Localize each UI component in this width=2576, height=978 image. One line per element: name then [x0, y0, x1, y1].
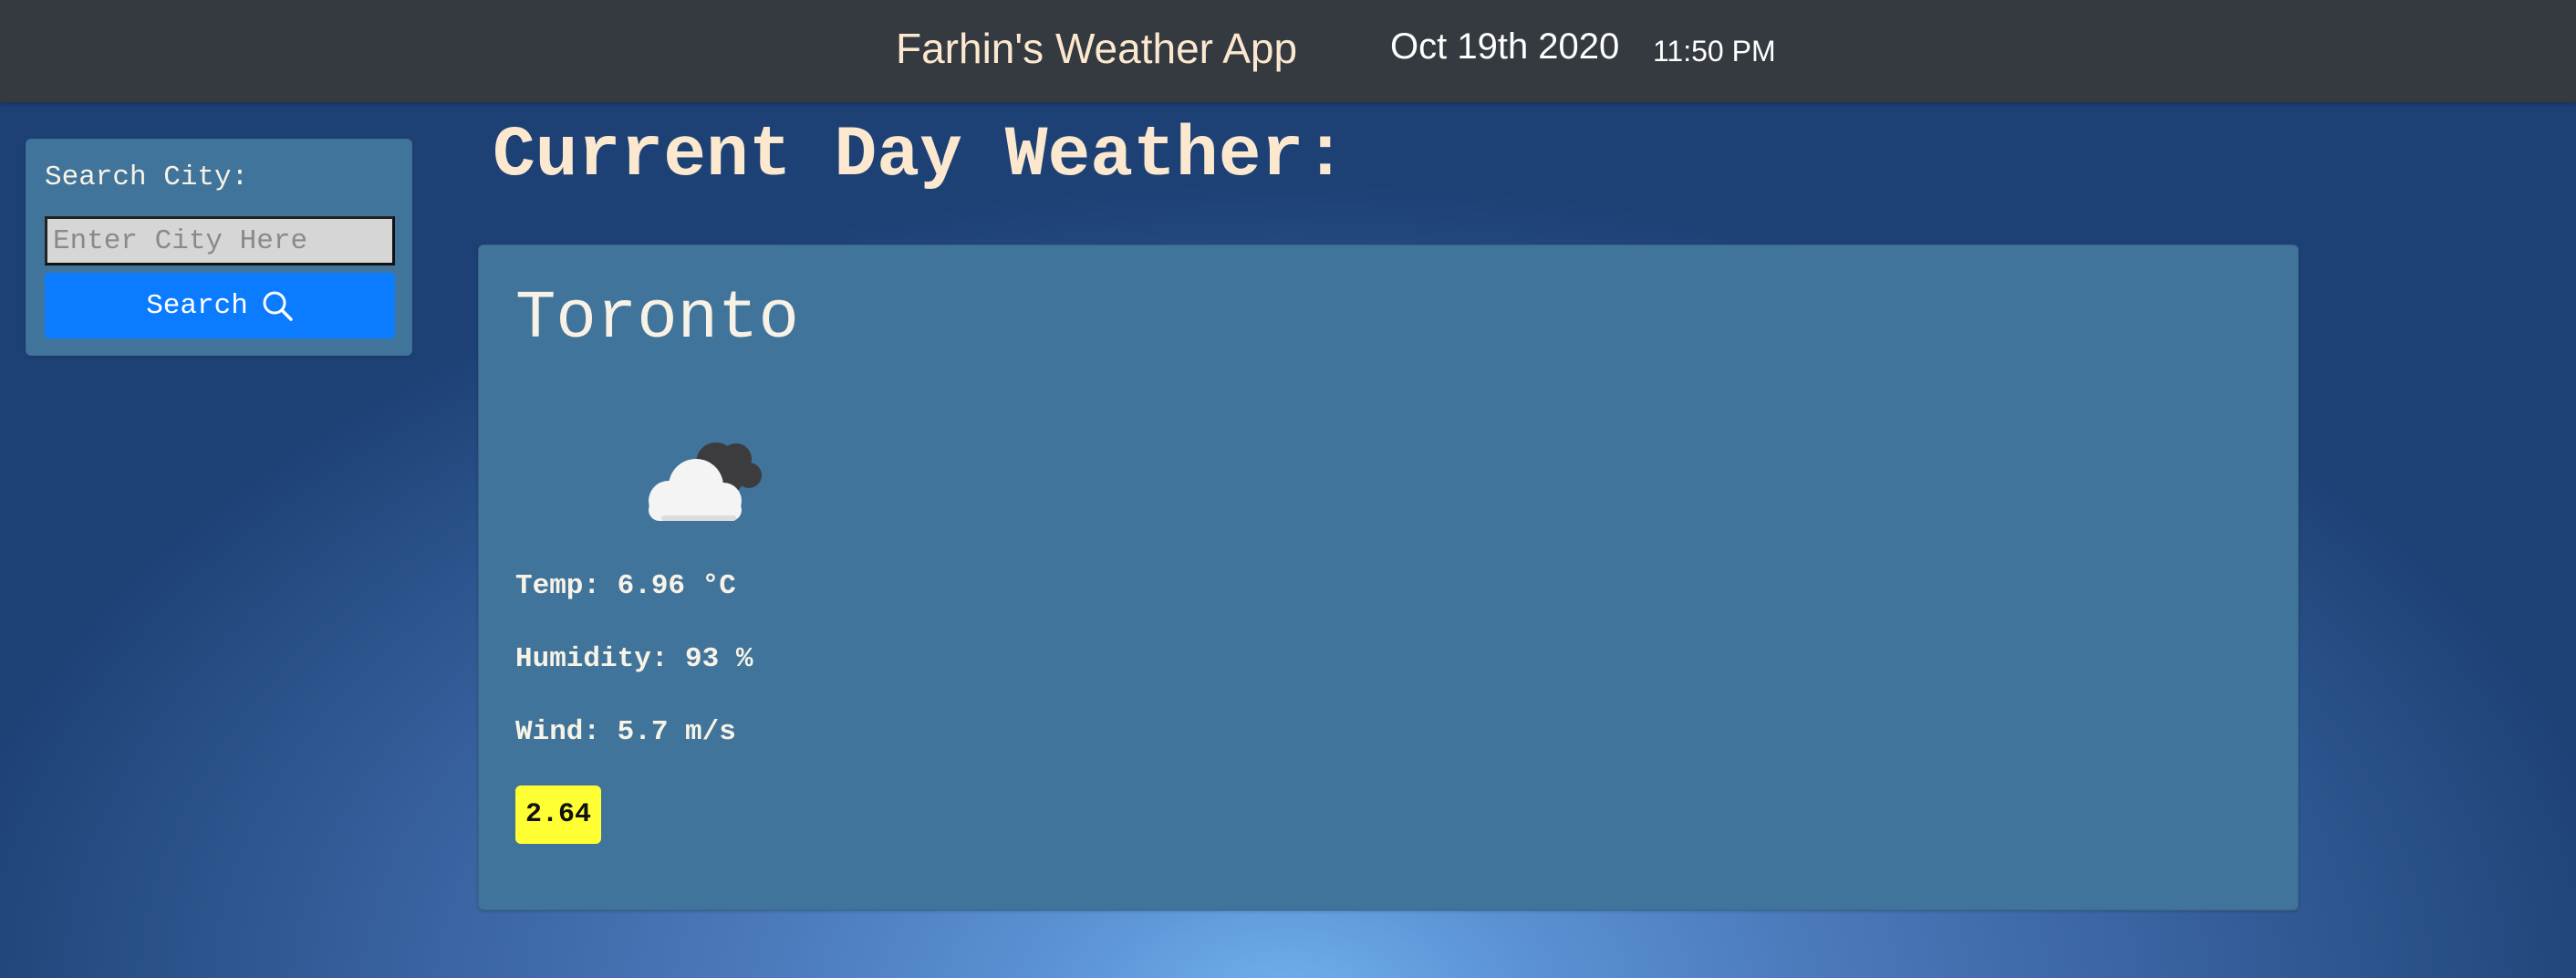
search-panel: Search City: Search [26, 139, 412, 356]
wind-value: 5.7 [617, 716, 669, 748]
cloudy-icon [649, 442, 762, 521]
temperature-label: Temp: [515, 570, 601, 602]
city-search-input[interactable] [45, 216, 395, 265]
wind-label: Wind: [515, 716, 601, 748]
wind-unit: m/s [685, 716, 736, 748]
humidity-label: Humidity: [515, 643, 669, 675]
current-weather-card: Toronto Temp: 6.96 °C Humidity: 93 % Win… [478, 244, 2299, 910]
wind-text: Wind: 5.7 m/s [515, 716, 736, 748]
search-city-label: Search City: [45, 161, 249, 193]
temperature-text: Temp: 6.96 °C [515, 570, 736, 602]
city-name: Toronto [515, 281, 799, 358]
search-button-label: Search [146, 289, 248, 322]
humidity-unit: % [735, 643, 753, 675]
search-icon [263, 291, 293, 321]
search-button[interactable]: Search [45, 273, 395, 338]
current-time: 11:50 PM [1653, 35, 1776, 68]
top-navbar: Farhin's Weather App Oct 19th 2020 11:50… [0, 0, 2576, 102]
temperature-value: 6.96 [617, 570, 686, 602]
humidity-value: 93 [685, 643, 720, 675]
temperature-unit: °C [701, 570, 736, 602]
current-date: Oct 19th 2020 [1390, 26, 1620, 67]
uv-index-badge: 2.64 [515, 786, 601, 844]
app-title: Farhin's Weather App [896, 25, 1298, 72]
humidity-text: Humidity: 93 % [515, 643, 753, 675]
current-weather-heading: Current Day Weather: [493, 116, 1347, 196]
